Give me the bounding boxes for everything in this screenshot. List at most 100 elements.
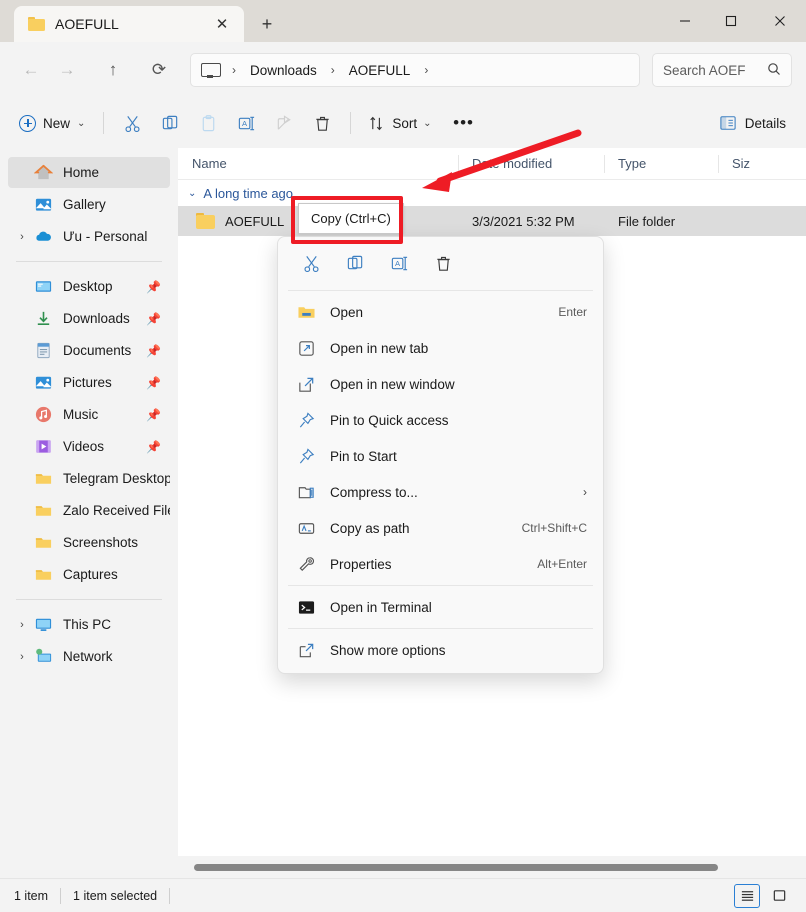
minimize-button[interactable] [662, 0, 708, 42]
menu-item-label: Properties [330, 556, 392, 572]
sidebar-item-captures[interactable]: Captures [8, 559, 170, 590]
paste-button[interactable] [189, 106, 227, 140]
sidebar-item-label: Music [63, 407, 99, 422]
more-options-button[interactable]: ••• [445, 106, 483, 140]
network-icon [34, 647, 53, 666]
sidebar-item-this-pc[interactable]: › This PC [8, 609, 170, 640]
cut-button[interactable] [113, 106, 151, 140]
chevron-down-icon: ⌄ [423, 117, 432, 129]
search-input[interactable]: Search AOEF [652, 53, 792, 87]
column-header-name[interactable]: Name [178, 148, 458, 180]
file-name: AOEFULL [225, 213, 285, 229]
sidebar-item-label: Videos [63, 439, 105, 454]
menu-item-open-in-new-window[interactable]: Open in new window [282, 366, 599, 402]
divider [16, 599, 162, 600]
folder-icon [34, 565, 53, 584]
divider [350, 112, 352, 134]
chevron-right-icon[interactable]: › [16, 231, 28, 243]
table-row[interactable]: AOEFULL 3/3/2021 5:32 PM File folder [178, 206, 806, 236]
sidebar-item-label: Pictures [63, 375, 112, 390]
delete-button[interactable] [424, 247, 462, 279]
sidebar-item-gallery[interactable]: Gallery [8, 189, 170, 220]
divider [60, 887, 62, 904]
sidebar-item-videos[interactable]: Videos 📌 [8, 431, 170, 462]
menu-item-pin-to-start[interactable]: Pin to Start [282, 438, 599, 474]
back-button[interactable]: ← [14, 53, 48, 87]
cut-button[interactable] [292, 247, 330, 279]
copy-button[interactable] [336, 247, 374, 279]
forward-button[interactable]: → [50, 53, 84, 87]
sidebar-item-network[interactable]: › Network [8, 641, 170, 672]
sidebar-item-desktop[interactable]: Desktop 📌 [8, 271, 170, 302]
column-label: Siz [732, 156, 751, 171]
search-placeholder: Search AOEF [663, 62, 746, 78]
details-view-button[interactable] [734, 883, 760, 908]
rename-button[interactable]: A [380, 247, 418, 279]
group-header-a-long-time-ago[interactable]: ⌄ A long time ago [178, 180, 806, 206]
show-more-options-icon [296, 640, 316, 660]
selection-label: 1 item selected [73, 888, 158, 903]
breadcrumb-item-aoefull[interactable]: AOEFULL [344, 60, 416, 81]
sidebar-item-downloads[interactable]: Downloads 📌 [8, 303, 170, 334]
rename-button[interactable]: A [227, 106, 265, 140]
chevron-right-icon[interactable]: › [16, 619, 28, 631]
refresh-button[interactable]: ⟳ [142, 53, 176, 87]
sidebar-item-label: Downloads [63, 311, 130, 326]
sidebar-item-zalo-received-files[interactable]: Zalo Received Files [8, 495, 170, 526]
column-header-type[interactable]: Type [604, 148, 718, 180]
delete-button[interactable] [303, 106, 341, 140]
new-button[interactable]: New ⌄ [10, 106, 94, 140]
sidebar-item-telegram-desktop[interactable]: Telegram Desktop [8, 463, 170, 494]
chevron-right-icon: › [232, 63, 236, 77]
column-headers: Name ⌄ Date modified Type Siz [178, 145, 806, 180]
horizontal-scrollbar[interactable] [178, 856, 806, 878]
close-icon[interactable]: ✕ [208, 10, 236, 38]
column-header-date-modified[interactable]: ⌄ Date modified [458, 145, 604, 180]
sidebar-item-label: Ưu - Personal [63, 229, 148, 244]
thispc-icon [34, 615, 53, 634]
menu-item-accelerator: Ctrl+Shift+C [521, 521, 587, 535]
menu-item-open-in-terminal[interactable]: Open in Terminal [282, 589, 599, 625]
view-toggle-group [734, 883, 792, 908]
tab-aoefull[interactable]: AOEFULL ✕ [14, 6, 244, 42]
menu-item-open[interactable]: Open Enter [282, 294, 599, 330]
sidebar-item-screenshots[interactable]: Screenshots [8, 527, 170, 558]
menu-item-copy-as-path[interactable]: Copy as path Ctrl+Shift+C [282, 510, 599, 546]
large-icons-view-button[interactable] [766, 884, 792, 908]
chevron-right-icon[interactable]: › [16, 651, 28, 663]
navigation-sidebar[interactable]: Home Gallery › Ưu - Personal Desktop 📌 D… [0, 148, 178, 878]
sidebar-item-pictures[interactable]: Pictures 📌 [8, 367, 170, 398]
column-header-size[interactable]: Siz [718, 148, 806, 180]
new-button-label: New [43, 115, 71, 131]
details-pane-button[interactable]: Details [709, 106, 796, 140]
chevron-down-icon[interactable]: ⌄ [188, 188, 196, 199]
sidebar-item-onedrive-personal[interactable]: › Ưu - Personal [8, 221, 170, 252]
up-button[interactable]: ↑ [96, 53, 130, 87]
pin-icon: 📌 [146, 375, 161, 390]
menu-item-open-in-new-tab[interactable]: Open in new tab [282, 330, 599, 366]
svg-text:A: A [242, 118, 248, 127]
sidebar-item-documents[interactable]: Documents 📌 [8, 335, 170, 366]
maximize-button[interactable] [708, 0, 754, 42]
menu-item-show-more-options[interactable]: Show more options [282, 632, 599, 668]
terminal-icon [296, 597, 316, 617]
menu-item-compress-to[interactable]: Compress to... › [282, 474, 599, 510]
column-label: Type [618, 156, 647, 171]
sidebar-item-music[interactable]: Music 📌 [8, 399, 170, 430]
scrollbar-thumb[interactable] [194, 863, 718, 871]
chevron-right-icon: › [424, 63, 429, 77]
group-label: A long time ago [203, 185, 294, 201]
menu-item-properties[interactable]: Properties Alt+Enter [282, 546, 599, 582]
share-button[interactable] [265, 106, 303, 140]
sort-button[interactable]: Sort ⌄ [360, 106, 440, 140]
breadcrumb-item-downloads[interactable]: Downloads [245, 60, 322, 81]
divider [169, 887, 171, 904]
new-tab-button[interactable]: + [250, 8, 284, 40]
context-menu[interactable]: A Open Enter Open in new tab Open in new… [277, 236, 604, 674]
videos-icon [34, 437, 53, 456]
breadcrumb[interactable]: › Downloads › AOEFULL › [190, 53, 640, 87]
sidebar-item-home[interactable]: Home [8, 157, 170, 188]
menu-item-pin-to-quick-access[interactable]: Pin to Quick access [282, 402, 599, 438]
close-button[interactable] [754, 0, 806, 42]
copy-button[interactable] [151, 106, 189, 140]
